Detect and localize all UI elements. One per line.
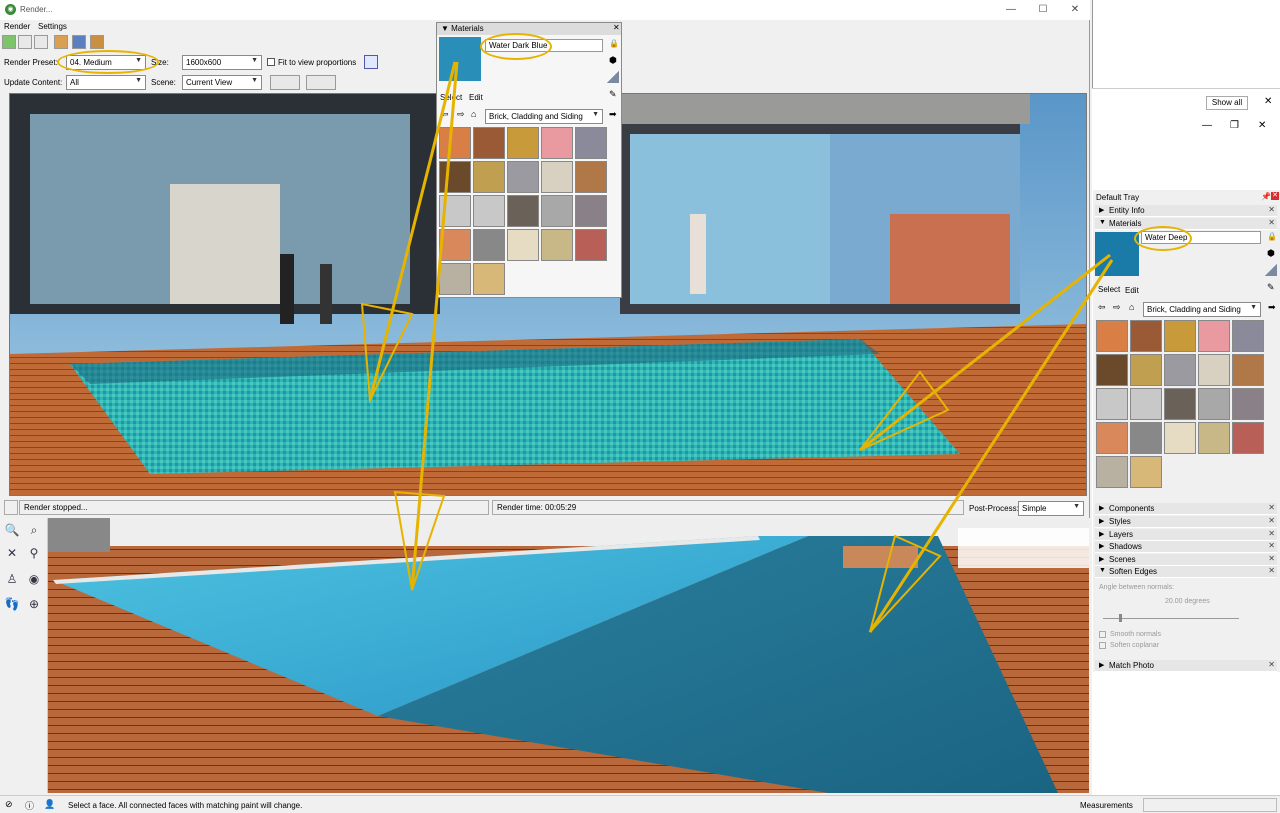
- arrow-line: [868, 259, 1114, 633]
- arrow-head: [360, 302, 414, 404]
- annotation-arrows: [360, 61, 1114, 633]
- arrow-line: [859, 253, 1111, 452]
